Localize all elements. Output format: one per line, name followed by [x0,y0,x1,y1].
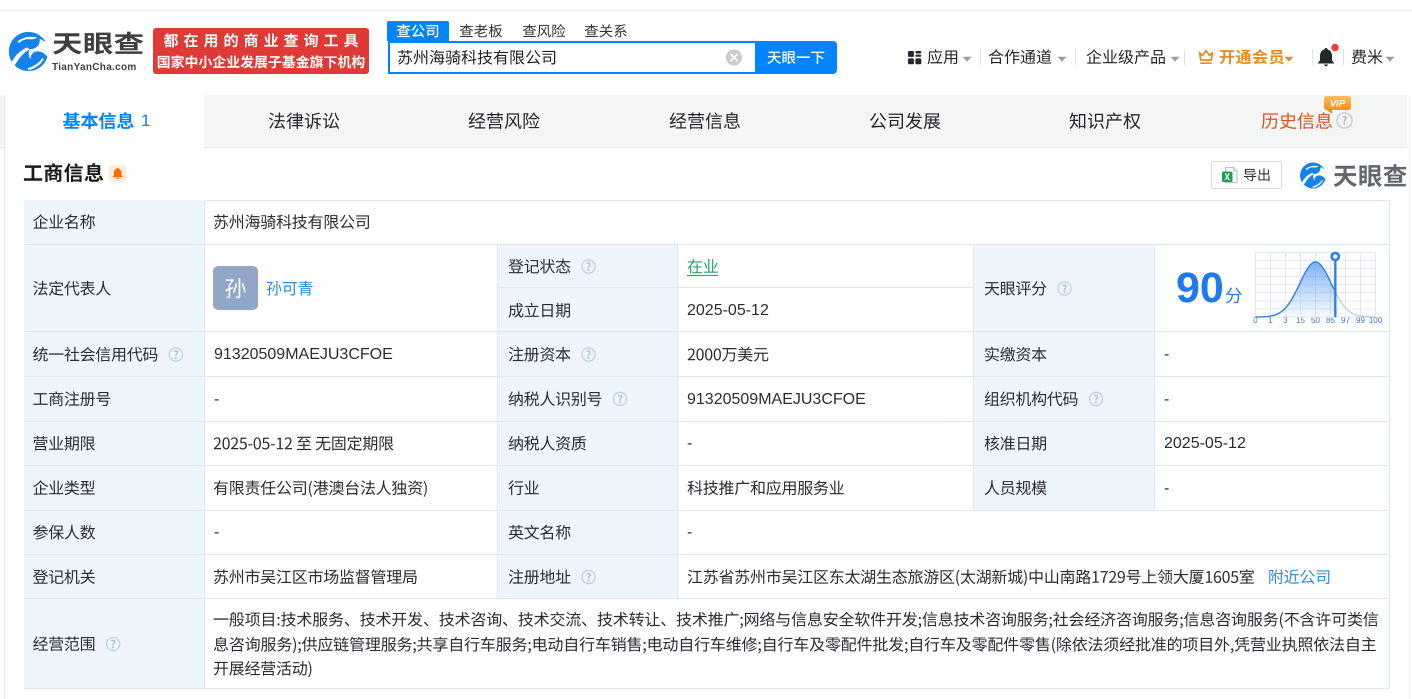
svg-text:VIP: VIP [1330,99,1346,110]
